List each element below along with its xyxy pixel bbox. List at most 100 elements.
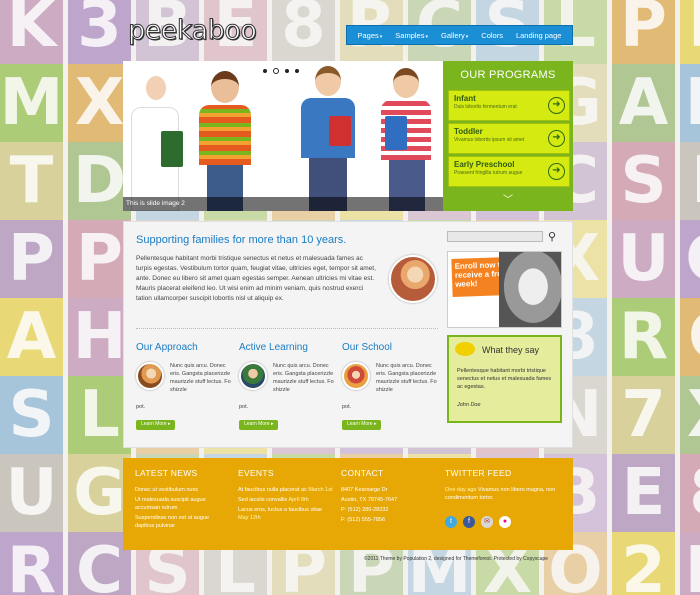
footer: LATEST NEWS Donec ut vestibulum nunc Ut … [123, 458, 573, 550]
footer-twitter: TWITTER FEED One day ago Vivamus non lib… [445, 468, 565, 502]
news-link[interactable]: Ut malesuada suscipit augue accumsan rut… [135, 496, 227, 512]
program-item-early-preschool[interactable]: Early Preschool Praesent fringilla rutru… [448, 156, 570, 187]
twitter-icon[interactable]: t [445, 516, 457, 528]
slider-pagination [263, 68, 299, 74]
letter-tile: L [680, 142, 700, 220]
feature-text-tail: pot. [136, 404, 146, 410]
speech-bubble-icon [455, 342, 475, 356]
news-link[interactable]: Donec ut vestibulum nunc [135, 486, 227, 494]
nav-item-gallery[interactable]: Gallery▾ [441, 31, 468, 40]
letter-tile: R [612, 298, 675, 376]
letter-tile: H [680, 64, 700, 142]
feature-text: Nunc quis arcu. Donec eris. Gangsta plac… [376, 363, 437, 393]
contact-phone: P: (512) 280-28232 [341, 507, 389, 513]
letter-tile: H [68, 298, 131, 376]
feature-approach: Our Approach Nunc quis arcu. Donec eris.… [136, 342, 231, 430]
letter-tile: U [0, 454, 63, 532]
children-photo [123, 61, 443, 211]
nav-item-landing-page[interactable]: Landing page [516, 31, 561, 40]
letter-tile: U [612, 220, 675, 298]
caret-down-icon: ▾ [379, 33, 383, 40]
letter-tile: 8 [272, 0, 335, 64]
event-item[interactable]: Lacus eros, luctus a faucibus vitae May … [238, 506, 333, 522]
main-content-card: Supporting families for more than 10 yea… [123, 221, 573, 448]
letter-tile: N [680, 532, 700, 595]
testimonial-text: Pellentesque habitant morbi tristique se… [457, 368, 552, 390]
learn-more-button[interactable]: Learn More ▸ [342, 420, 382, 430]
caret-down-icon: ▾ [465, 33, 469, 40]
feature-active-learning: Active Learning Nunc quis arcu. Donec er… [239, 342, 334, 430]
slider-dot[interactable] [295, 69, 299, 73]
programs-title: OUR PROGRAMS [460, 69, 556, 81]
slider-dot[interactable] [285, 69, 289, 73]
testimonial-box: What they say Pellentesque habitant morb… [447, 335, 562, 423]
letter-tile: S [612, 142, 675, 220]
letter-tile: L [68, 376, 131, 454]
programs-panel: OUR PROGRAMS Infant Duis lobortis fermen… [443, 61, 573, 211]
event-item[interactable]: Sed iaculis convallis April 8th [238, 496, 333, 504]
feature-thumbnail [136, 362, 164, 390]
intro-photo [389, 255, 437, 303]
letter-tile: E [612, 454, 675, 532]
tweet: One day ago Vivamus non libero magna, no… [445, 487, 556, 501]
feature-thumbnail [239, 362, 267, 390]
caret-down-icon: ▾ [425, 33, 428, 40]
letter-tile: P [0, 220, 63, 298]
program-item-infant[interactable]: Infant Duis lobortis fermentum erat ➜ [448, 90, 570, 121]
nav-item-pages[interactable]: Pages▾ [358, 31, 383, 40]
letter-tile: C [680, 298, 700, 376]
letter-tile: 3 [68, 0, 131, 64]
site-logo[interactable]: peekaboo [127, 15, 257, 47]
intro-text: Pellentesque habitant morbi tristique se… [136, 255, 376, 302]
footer-events: EVENTS At faucibus nulla placerat ac Mar… [238, 468, 333, 522]
letter-tile: G [680, 220, 700, 298]
letter-tile: 7 [612, 376, 675, 454]
letter-tile: K [0, 0, 63, 64]
mail-icon[interactable]: ✉ [481, 516, 493, 528]
facebook-icon[interactable]: f [463, 516, 475, 528]
feature-title[interactable]: Active Learning [239, 342, 334, 353]
footer-contact: CONTACT 8407 Kearsarge Dr Austin, TX 787… [341, 468, 436, 524]
search-input[interactable] [447, 231, 543, 242]
contact-address: 8407 Kearsarge Dr [341, 487, 388, 493]
letter-tile: T [0, 142, 63, 220]
slider-dot-active[interactable] [273, 68, 279, 74]
arrow-right-icon[interactable]: ➜ [548, 97, 565, 114]
divider [136, 328, 438, 329]
slider-dot[interactable] [263, 69, 267, 73]
letter-tile: X [680, 376, 700, 454]
letter-tile: A [0, 298, 63, 376]
event-item[interactable]: At faucibus nulla placerat ac March 1st [238, 486, 333, 494]
letter-tile: R [0, 532, 63, 595]
learn-more-button[interactable]: Learn More ▸ [136, 420, 176, 430]
news-link[interactable]: Suspendisse non est ut augue dapibus pul… [135, 514, 227, 530]
footer-heading: TWITTER FEED [445, 468, 512, 478]
program-item-toddler[interactable]: Toddler Vivamus lobortis ipsum sit amet … [448, 123, 570, 154]
image-slider[interactable]: This is slide image 2 [123, 61, 443, 211]
footer-heading: EVENTS [238, 468, 274, 478]
feature-thumbnail [342, 362, 370, 390]
copyright: ©2011 Theme by Population 2, designed fo… [364, 556, 549, 562]
nav-item-samples[interactable]: Samples▾ [395, 31, 428, 40]
page-headline: Supporting families for more than 10 yea… [136, 234, 347, 246]
nav-item-colors[interactable]: Colors [481, 31, 503, 40]
contact-fax: F: (512) 555-7856 [341, 517, 386, 523]
arrow-right-icon[interactable]: ➜ [548, 163, 565, 180]
learn-more-button[interactable]: Learn More ▸ [239, 420, 279, 430]
search-icon[interactable]: ⚲ [548, 230, 556, 243]
flickr-icon[interactable]: ● [499, 516, 511, 528]
letter-tile: C [68, 532, 131, 595]
letter-tile: A [612, 64, 675, 142]
social-links: t f ✉ ● [445, 516, 511, 528]
letter-tile: P [612, 0, 675, 64]
chevron-down-icon[interactable]: ﹀ [503, 191, 513, 206]
enroll-banner[interactable]: Enroll now to receive a free week! [447, 251, 562, 328]
letter-tile: P [68, 220, 131, 298]
feature-title[interactable]: Our School [342, 342, 437, 353]
footer-news: LATEST NEWS Donec ut vestibulum nunc Ut … [135, 468, 227, 530]
feature-text-tail: pot. [239, 404, 249, 410]
feature-text: Nunc quis arcu. Donec eris. Gangsta plac… [273, 363, 334, 393]
arrow-right-icon[interactable]: ➜ [548, 130, 565, 147]
letter-tile: X [68, 64, 131, 142]
feature-title[interactable]: Our Approach [136, 342, 231, 353]
